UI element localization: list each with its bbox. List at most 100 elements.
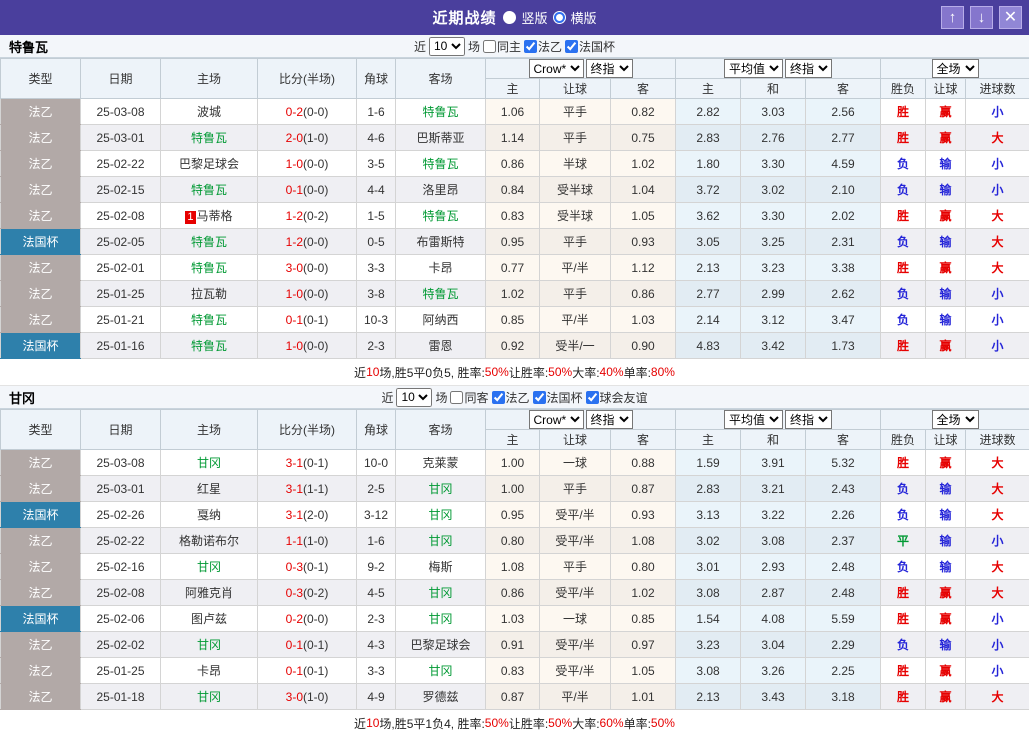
handicap-cell: 平手 xyxy=(540,229,611,255)
corner-cell: 2-3 xyxy=(357,606,396,632)
avg-stage-select[interactable]: 终指 xyxy=(785,410,832,429)
move-down-button[interactable]: ↓ xyxy=(970,6,993,29)
checkbox-input[interactable] xyxy=(524,40,537,53)
league-type-cell: 法乙 xyxy=(1,281,81,307)
half-time-score: (1-0) xyxy=(303,690,328,704)
summary-text: 让胜率: xyxy=(509,364,548,381)
odds-away-cell: 1.02 xyxy=(611,151,676,177)
full-time-score: 1-1 xyxy=(286,534,303,548)
away-team-cell: 克莱蒙 xyxy=(396,450,486,476)
avg-stage-select[interactable]: 终指 xyxy=(785,59,832,78)
date-cell: 25-03-01 xyxy=(81,125,161,151)
close-button[interactable]: ✕ xyxy=(999,6,1022,29)
date-cell: 25-02-22 xyxy=(81,528,161,554)
score-cell: 3-1(0-1) xyxy=(258,450,357,476)
checkbox-input[interactable] xyxy=(533,391,546,404)
horizontal-layout-radio-icon[interactable] xyxy=(553,11,566,24)
odds-stage-select[interactable]: 终指 xyxy=(586,59,633,78)
filter-checkbox-球会友谊[interactable]: 球会友谊 xyxy=(586,389,648,406)
avg-draw-cell: 4.08 xyxy=(741,606,806,632)
league-type-cell: 法乙 xyxy=(1,450,81,476)
scope-select[interactable]: 全场 xyxy=(932,410,979,429)
odds-away-cell: 0.97 xyxy=(611,632,676,658)
checkbox-input[interactable] xyxy=(586,391,599,404)
odds-company-select[interactable]: Crow* xyxy=(529,59,584,78)
home-team-cell: 戛纳 xyxy=(161,502,258,528)
scope-select[interactable]: 全场 xyxy=(932,59,979,78)
table-row: 法乙25-02-15特鲁瓦0-1(0-0)4-4洛里昂0.84受半球1.043.… xyxy=(1,177,1029,203)
checkbox-input[interactable] xyxy=(565,40,578,53)
odds-away-cell: 1.03 xyxy=(611,307,676,333)
vertical-layout-radio-label[interactable]: 竖版 xyxy=(521,8,547,27)
odds-company-select[interactable]: Crow* xyxy=(529,410,584,429)
checkbox-input[interactable] xyxy=(492,391,505,404)
away-team-cell: 特鲁瓦 xyxy=(396,151,486,177)
odds-stage-select[interactable]: 终指 xyxy=(586,410,633,429)
result-text: 小 xyxy=(992,339,1004,353)
result-text: 胜 xyxy=(897,456,909,470)
filter-checkbox-法乙[interactable]: 法乙 xyxy=(524,38,562,55)
match-count-select[interactable]: 10 xyxy=(396,388,432,407)
away-team-cell: 罗德兹 xyxy=(396,684,486,710)
corner-cell: 2-3 xyxy=(357,333,396,359)
match-count-select[interactable]: 10 xyxy=(429,37,465,56)
filter-checkbox-同主[interactable]: 同主 xyxy=(483,38,521,55)
date-cell: 25-02-01 xyxy=(81,255,161,281)
odds-away-cell: 0.93 xyxy=(611,502,676,528)
goals-result-cell: 大 xyxy=(966,203,1029,229)
handicap-cell: 平手 xyxy=(540,476,611,502)
avg-draw-cell: 3.12 xyxy=(741,307,806,333)
result-text: 负 xyxy=(897,313,909,327)
filter-row: 甘冈 近10场同客法乙法国杯球会友谊 xyxy=(0,386,1029,409)
away-team-cell: 甘冈 xyxy=(396,476,486,502)
table-row: 法乙25-02-08阿雅克肖0-3(0-2)4-5甘冈0.86受平/半1.023… xyxy=(1,580,1029,606)
goals-result-cell: 小 xyxy=(966,528,1029,554)
date-cell: 25-02-15 xyxy=(81,177,161,203)
avg-home-cell: 1.80 xyxy=(676,151,741,177)
league-type-cell: 法乙 xyxy=(1,580,81,606)
sub-column-header: 让球 xyxy=(926,79,966,99)
date-cell: 25-02-22 xyxy=(81,151,161,177)
filter-checkbox-法国杯[interactable]: 法国杯 xyxy=(565,38,615,55)
avg-draw-cell: 2.93 xyxy=(741,554,806,580)
league-type-cell: 法乙 xyxy=(1,632,81,658)
handicap-cell: 受平/半 xyxy=(540,632,611,658)
odds-home-cell: 0.83 xyxy=(486,203,540,229)
avg-draw-cell: 3.22 xyxy=(741,502,806,528)
vertical-layout-radio-icon[interactable] xyxy=(503,11,516,24)
score-cell: 3-0(1-0) xyxy=(258,684,357,710)
result-text: 负 xyxy=(897,183,909,197)
result-text: 大 xyxy=(992,456,1004,470)
avg-type-select[interactable]: 平均值 xyxy=(724,410,783,429)
table-row: 法国杯25-02-05特鲁瓦1-2(0-0)0-5布雷斯特0.95平手0.933… xyxy=(1,229,1029,255)
result-text: 赢 xyxy=(940,456,952,470)
handicap-result-cell: 赢 xyxy=(926,580,966,606)
horizontal-layout-radio-label[interactable]: 横版 xyxy=(571,8,597,27)
full-time-score: 0-1 xyxy=(286,664,303,678)
checkbox-input[interactable] xyxy=(450,391,463,404)
home-team-name: 红星 xyxy=(197,482,221,496)
checkbox-input[interactable] xyxy=(483,40,496,53)
corner-cell: 4-5 xyxy=(357,580,396,606)
odds-away-cell: 0.90 xyxy=(611,333,676,359)
avg-group-cell: 平均值终指 xyxy=(676,410,881,430)
corner-cell: 1-5 xyxy=(357,203,396,229)
filter-checkbox-法乙[interactable]: 法乙 xyxy=(492,389,530,406)
move-up-button[interactable]: ↑ xyxy=(941,6,964,29)
odds-home-cell: 0.77 xyxy=(486,255,540,281)
date-cell: 25-02-02 xyxy=(81,632,161,658)
summary-text: 50% xyxy=(485,716,509,730)
away-team-cell: 特鲁瓦 xyxy=(396,203,486,229)
filter-checkbox-法国杯[interactable]: 法国杯 xyxy=(533,389,583,406)
home-team-name: 特鲁瓦 xyxy=(191,183,227,197)
result-text: 输 xyxy=(940,508,952,522)
avg-type-select[interactable]: 平均值 xyxy=(724,59,783,78)
result-text: 输 xyxy=(940,183,952,197)
corner-cell: 9-2 xyxy=(357,554,396,580)
result-cell: 胜 xyxy=(881,684,926,710)
summary-text: 大率: xyxy=(572,715,599,732)
table-row: 法乙25-01-18甘冈3-0(1-0)4-9罗德兹0.87平/半1.012.1… xyxy=(1,684,1029,710)
result-text: 小 xyxy=(992,313,1004,327)
half-time-score: (0-1) xyxy=(303,456,328,470)
filter-checkbox-同客[interactable]: 同客 xyxy=(450,389,488,406)
